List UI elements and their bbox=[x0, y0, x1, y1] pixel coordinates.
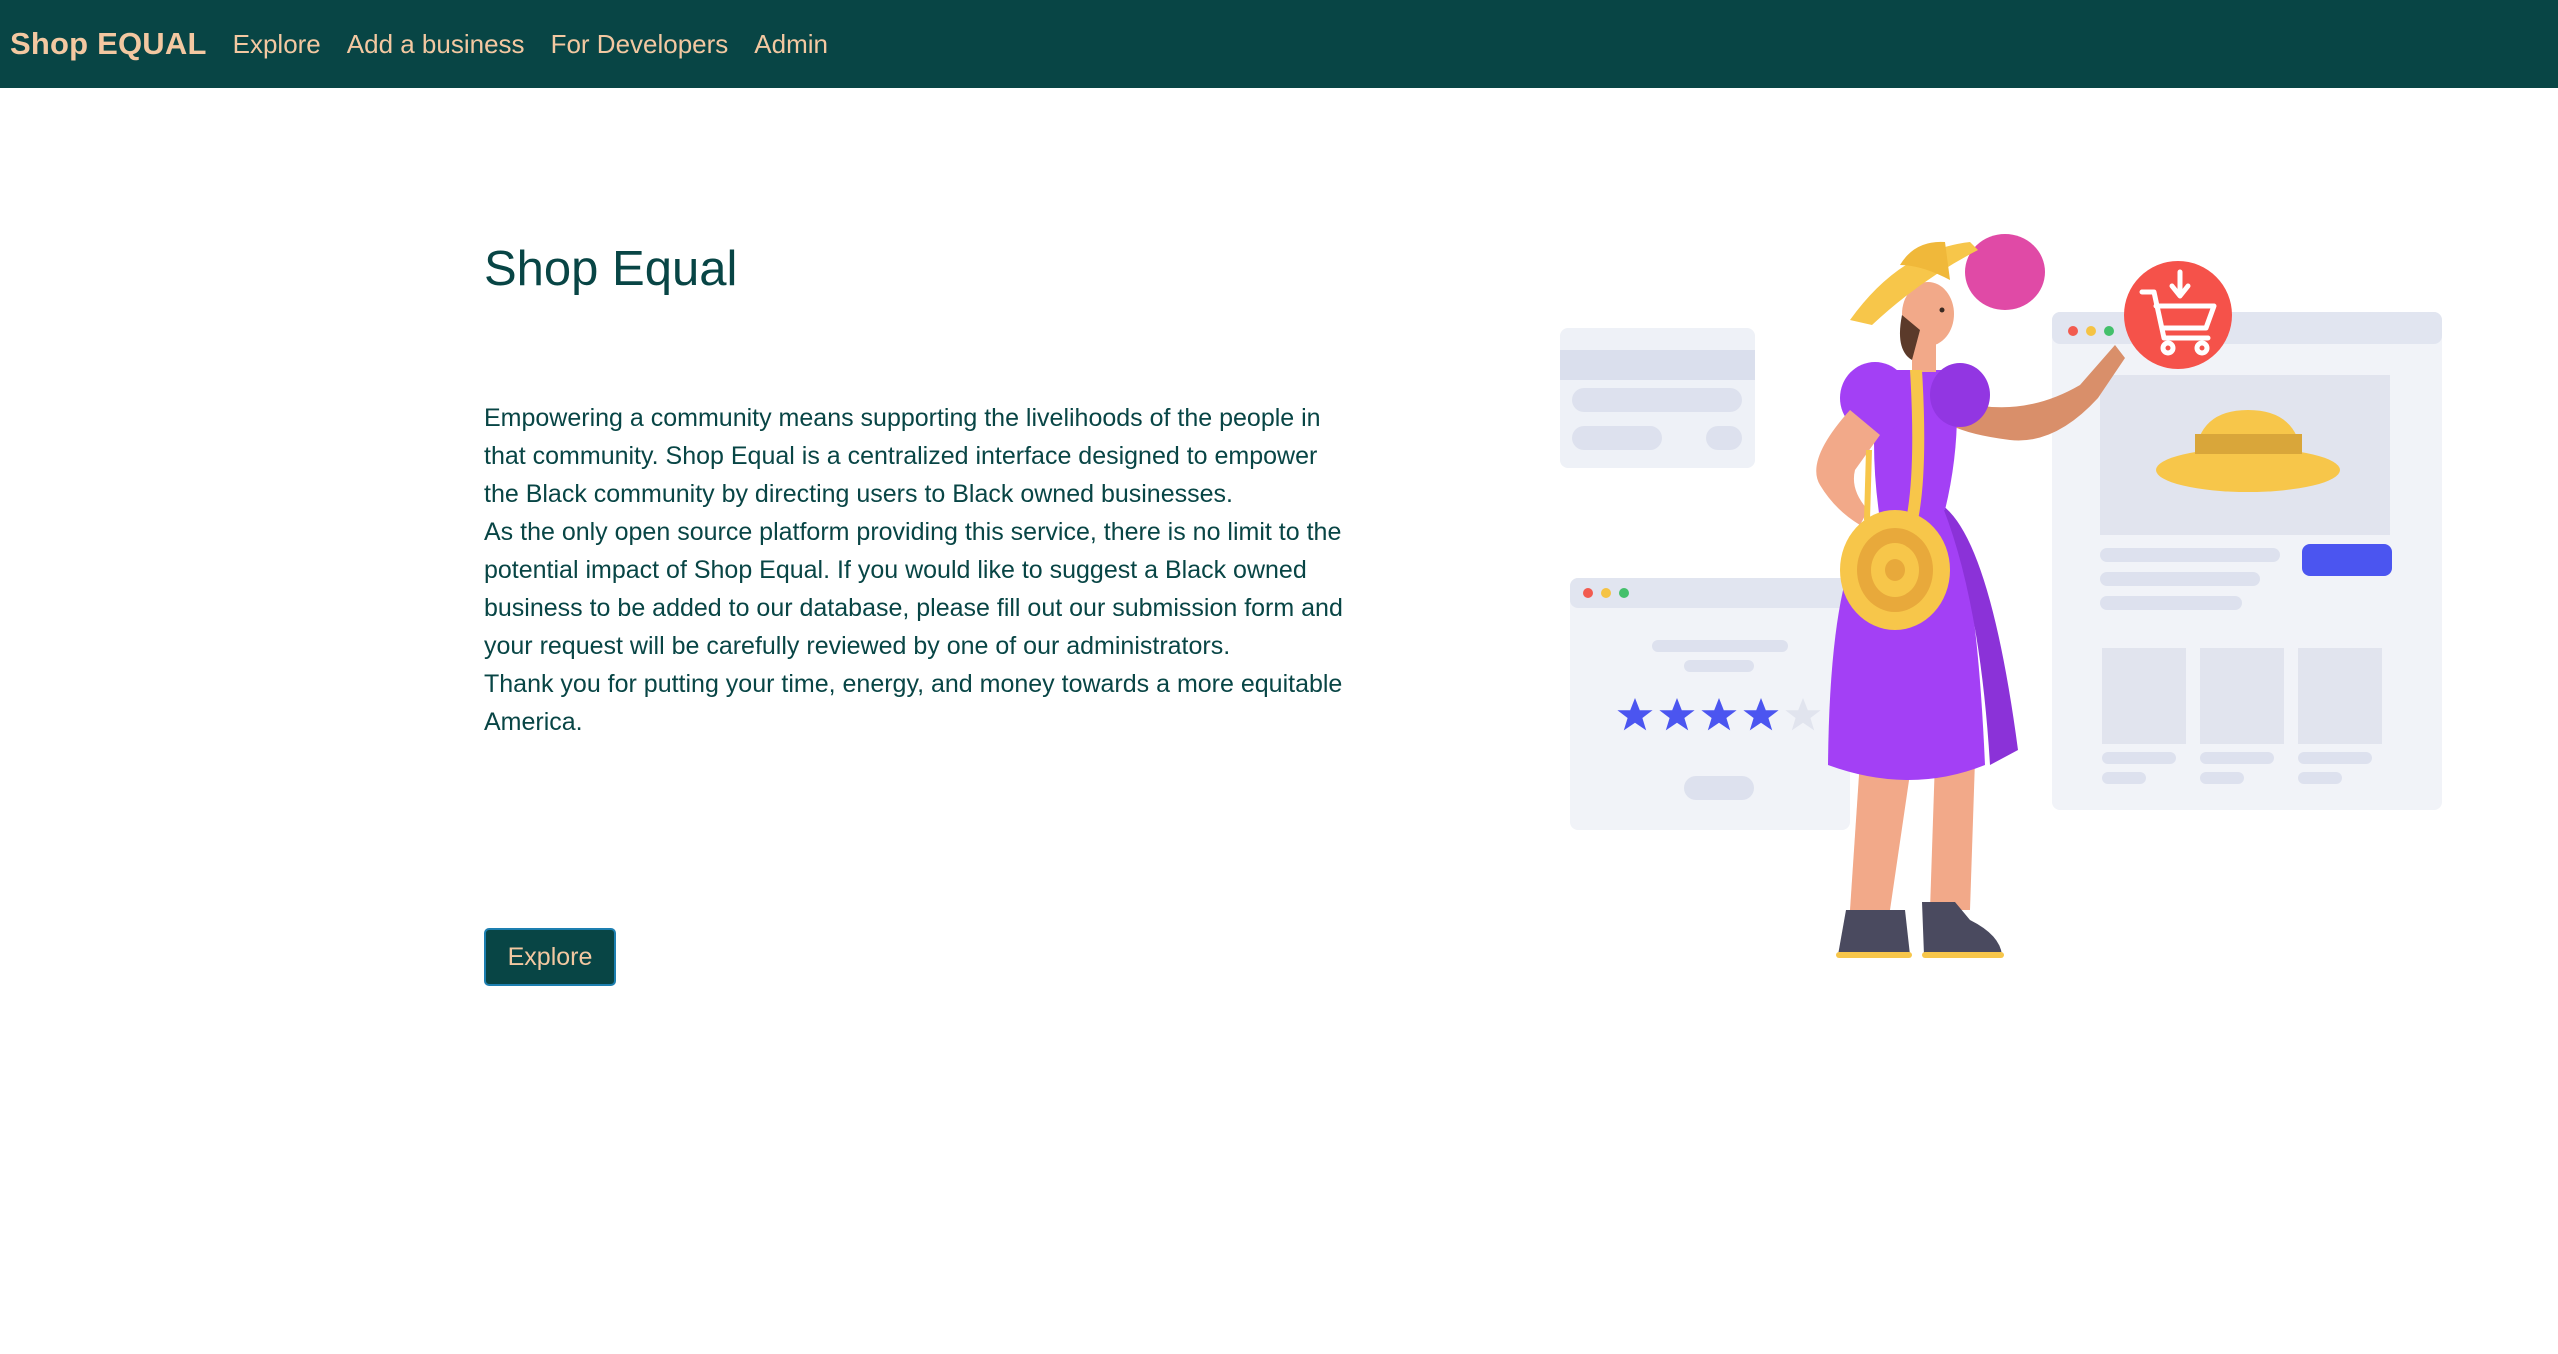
hero-content: Shop Equal Empowering a community means … bbox=[484, 240, 1354, 741]
shopping-illustration bbox=[1560, 234, 2442, 958]
placeholder-card-small bbox=[1560, 328, 1755, 468]
explore-button[interactable]: Explore bbox=[484, 928, 616, 986]
shopping-cart-badge bbox=[2124, 261, 2232, 369]
description-paragraph-3: Thank you for putting your time, energy,… bbox=[484, 669, 1343, 736]
brand-logo[interactable]: Shop EQUAL bbox=[10, 26, 207, 62]
nav-link-add-business[interactable]: Add a business bbox=[347, 29, 525, 60]
page-title: Shop Equal bbox=[484, 242, 738, 296]
description-paragraph-2: As the only open source platform providi… bbox=[484, 517, 1343, 660]
top-navbar: Shop EQUAL Explore Add a business For De… bbox=[0, 0, 2558, 88]
hero-description: Empowering a community means supporting … bbox=[484, 399, 1354, 741]
rating-browser-window bbox=[1570, 578, 1850, 830]
product-browser-window bbox=[2052, 312, 2442, 810]
nav-link-explore[interactable]: Explore bbox=[233, 29, 321, 60]
nav-link-developers[interactable]: For Developers bbox=[551, 29, 729, 60]
description-paragraph-1: Empowering a community means supporting … bbox=[484, 403, 1321, 508]
nav-links: Explore Add a business For Developers Ad… bbox=[233, 29, 854, 60]
nav-link-admin[interactable]: Admin bbox=[754, 29, 828, 60]
